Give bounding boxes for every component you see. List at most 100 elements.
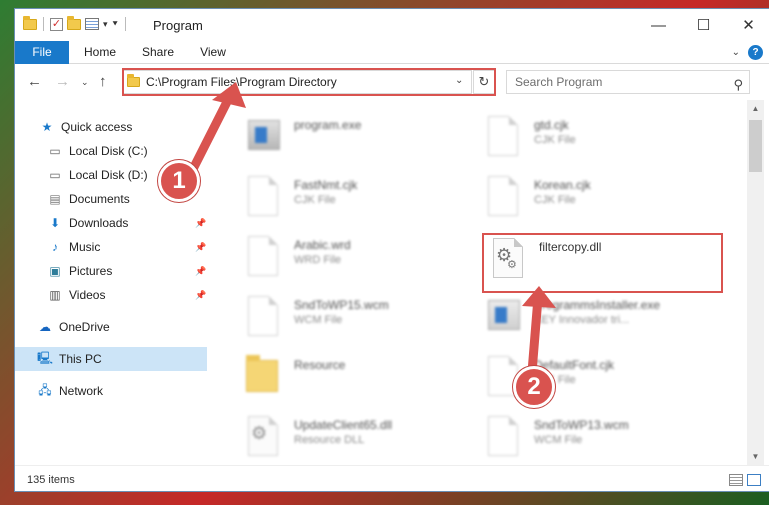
sidebar-item-downloads[interactable]: ⬇ Downloads 📌 [15, 211, 207, 235]
file-item[interactable]: Korean.cjk CJK File [482, 174, 712, 230]
pin-icon[interactable]: 📌 [195, 290, 206, 301]
file-name: Arabic.wrd [294, 238, 351, 252]
chevron-down-icon[interactable]: ▾ [103, 19, 108, 30]
star-icon: ★ [41, 120, 53, 134]
download-icon: ⬇ [49, 216, 61, 230]
videos-icon: ▥ [49, 288, 61, 302]
pin-icon[interactable]: 📌 [195, 242, 206, 253]
recent-locations-chevron-icon[interactable]: ⌄ [81, 77, 89, 88]
sidebar-item-label: OneDrive [59, 320, 110, 334]
toolbar-divider [124, 17, 126, 31]
title-bar: ✓ ▾ ⯆ Program — ☐ ✕ [15, 9, 769, 41]
document-icon [242, 234, 282, 282]
drive-icon: ▭ [49, 168, 61, 182]
customize-toolbar-icon[interactable]: ⯆ [112, 19, 119, 30]
back-arrow-icon[interactable]: ← [27, 73, 42, 90]
tab-home[interactable]: Home [77, 41, 123, 64]
pin-icon[interactable]: 📌 [195, 218, 206, 229]
maximize-button[interactable]: ☐ [681, 9, 726, 41]
folder-item[interactable]: Resource [242, 354, 472, 410]
file-list: program.exe gtd.cjk CJK File FastNmt.cjk C… [207, 100, 747, 465]
navigation-pane: ★ Quick access ▭ Local Disk (C:) ▭ Local… [15, 100, 207, 465]
scroll-thumb[interactable] [749, 120, 762, 172]
vertical-scrollbar[interactable]: ▲ ▼ [747, 100, 764, 465]
tab-file[interactable]: File [15, 41, 69, 64]
pictures-icon: ▣ [49, 264, 61, 278]
file-type: CJK File [534, 194, 576, 206]
sidebar-item-label: Local Disk (C:) [69, 144, 148, 158]
sidebar-item-network[interactable]: 🖧 Network [15, 379, 207, 403]
file-item[interactable]: program.exe [242, 114, 472, 170]
search-input[interactable]: Search Program ⚲ [506, 70, 750, 94]
details-view-icon[interactable] [729, 474, 743, 486]
step-2-badge: 2 [513, 366, 555, 408]
sidebar-item-music[interactable]: ♪ Music 📌 [15, 235, 207, 259]
sidebar-item-pictures[interactable]: ▣ Pictures 📌 [15, 259, 207, 283]
properties-icon[interactable] [85, 18, 99, 30]
installer-icon [482, 294, 522, 342]
new-folder-icon[interactable] [67, 15, 81, 30]
folder-icon [23, 15, 37, 30]
ribbon-tabs: File Home Share View ⌄ ? [15, 41, 769, 64]
tiles-view-icon[interactable] [747, 474, 761, 486]
file-name: SndToWP13.wcm [534, 418, 629, 432]
search-placeholder: Search Program [515, 75, 603, 89]
file-name: UpdateClient65.dll [294, 418, 393, 432]
file-item[interactable]: ProgrammsInstaller.exe KEY Innovador tri.… [482, 294, 712, 350]
up-arrow-icon[interactable]: ↑ [99, 73, 107, 90]
file-name: SndToWP15.wcm [294, 298, 389, 312]
file-type: KEY Innovador tri... [534, 314, 630, 326]
scroll-down-icon[interactable]: ▼ [747, 448, 764, 465]
sidebar-item-label: Network [59, 384, 104, 398]
sidebar-item-videos[interactable]: ▥ Videos 📌 [15, 283, 207, 307]
window-title: Program [153, 18, 203, 33]
file-item[interactable]: SndToWP13.wcm WCM File [482, 414, 712, 465]
expand-ribbon-icon[interactable]: ⌄ [732, 47, 740, 58]
file-name: FastNmt.cjk [294, 178, 358, 192]
tab-share[interactable]: Share [135, 41, 181, 64]
help-icon[interactable]: ? [748, 45, 763, 60]
exe-file-icon [242, 114, 282, 162]
close-button[interactable]: ✕ [726, 9, 769, 41]
file-explorer-window: ✓ ▾ ⯆ Program — ☐ ✕ File Home Share View… [14, 8, 769, 492]
file-name: gtd.cjk [534, 118, 569, 132]
sidebar-item-label: Music [69, 240, 101, 254]
pin-icon[interactable]: 📌 [195, 266, 206, 277]
status-bar: 135 items [15, 465, 769, 491]
forward-arrow-icon[interactable]: → [55, 73, 70, 90]
file-item[interactable]: SndToWP15.wcm WCM File [242, 294, 472, 350]
sidebar-item-label: Pictures [69, 264, 113, 278]
gear-icon: ⚙ [251, 423, 268, 443]
file-name: program.exe [294, 118, 362, 132]
sidebar-item-label: Quick access [61, 120, 133, 134]
dll-gear-icon: ⚙ [242, 414, 282, 462]
file-item[interactable]: ⚙ UpdateClient65.dll Resource DLL [242, 414, 472, 465]
sidebar-item-label: Videos [69, 288, 106, 302]
quick-access-toolbar: ✓ ▾ ⯆ [23, 15, 128, 31]
properties-check-icon[interactable]: ✓ [50, 17, 63, 31]
file-type: CJK File [294, 194, 336, 206]
file-name: Resource [294, 358, 346, 372]
sidebar-item-this-pc[interactable]: 🖳 This PC [15, 347, 207, 371]
sidebar-item-label: Downloads [69, 216, 129, 230]
file-type: WRD File [294, 254, 342, 266]
scroll-up-icon[interactable]: ▲ [747, 100, 764, 117]
drive-icon: ▭ [49, 144, 61, 158]
minimize-button[interactable]: — [636, 9, 681, 41]
file-item[interactable]: FastNmt.cjk CJK File [242, 174, 472, 230]
documents-icon: ▤ [49, 192, 61, 206]
file-name: Korean.cjk [534, 178, 591, 192]
sidebar-item-label: Documents [69, 192, 130, 206]
tab-view[interactable]: View [191, 41, 235, 64]
file-item[interactable]: Arabic.wrd WRD File [242, 234, 472, 290]
navigation-bar: ← → ⌄ ↑ C:\Program Files\Program Directo… [15, 64, 769, 100]
document-icon [242, 294, 282, 342]
file-item[interactable]: gtd.cjk CJK File [482, 114, 712, 170]
music-icon: ♪ [52, 240, 58, 254]
computer-icon: 🖳 [37, 350, 54, 365]
sidebar-item-label: This PC [59, 352, 102, 366]
sidebar-item-quick-access[interactable]: ★ Quick access [15, 115, 207, 139]
search-icon[interactable]: ⚲ [733, 74, 743, 96]
sidebar-item-onedrive[interactable]: ☁ OneDrive [15, 315, 207, 339]
item-count: 135 items [27, 474, 75, 486]
